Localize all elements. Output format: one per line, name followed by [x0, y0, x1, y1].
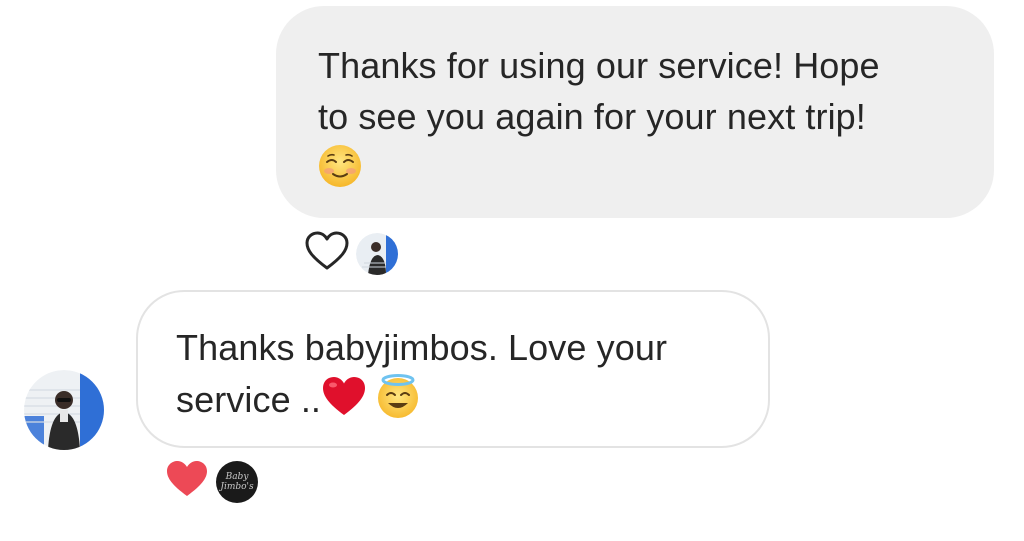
smiling-face-emoji-icon [318, 142, 362, 193]
heart-outline-icon[interactable] [304, 230, 350, 277]
brand-avatar[interactable]: Baby Jimbo's [216, 460, 258, 503]
brand-avatar-line1: Baby [225, 471, 249, 482]
outgoing-message-text: Thanks for using our service! Hope to se… [318, 45, 880, 137]
incoming-message-text: Thanks babyjimbos. Love your service .. [176, 322, 738, 432]
incoming-reactions: Baby Jimbo's [164, 458, 258, 505]
halo-face-emoji-icon [367, 373, 421, 432]
outgoing-message-bubble[interactable]: Thanks for using our service! Hope to se… [276, 6, 994, 218]
red-heart-emoji-icon [321, 375, 367, 430]
brand-avatar-line2: Jimbo's [220, 481, 254, 492]
outgoing-reactions [304, 230, 398, 277]
heart-filled-icon[interactable] [164, 458, 210, 505]
sender-avatar[interactable] [24, 370, 104, 450]
incoming-message-text-content: Thanks babyjimbos. Love your service .. [176, 327, 668, 421]
avatar[interactable] [356, 232, 398, 275]
incoming-message-bubble[interactable]: Thanks babyjimbos. Love your service .. [136, 290, 770, 448]
